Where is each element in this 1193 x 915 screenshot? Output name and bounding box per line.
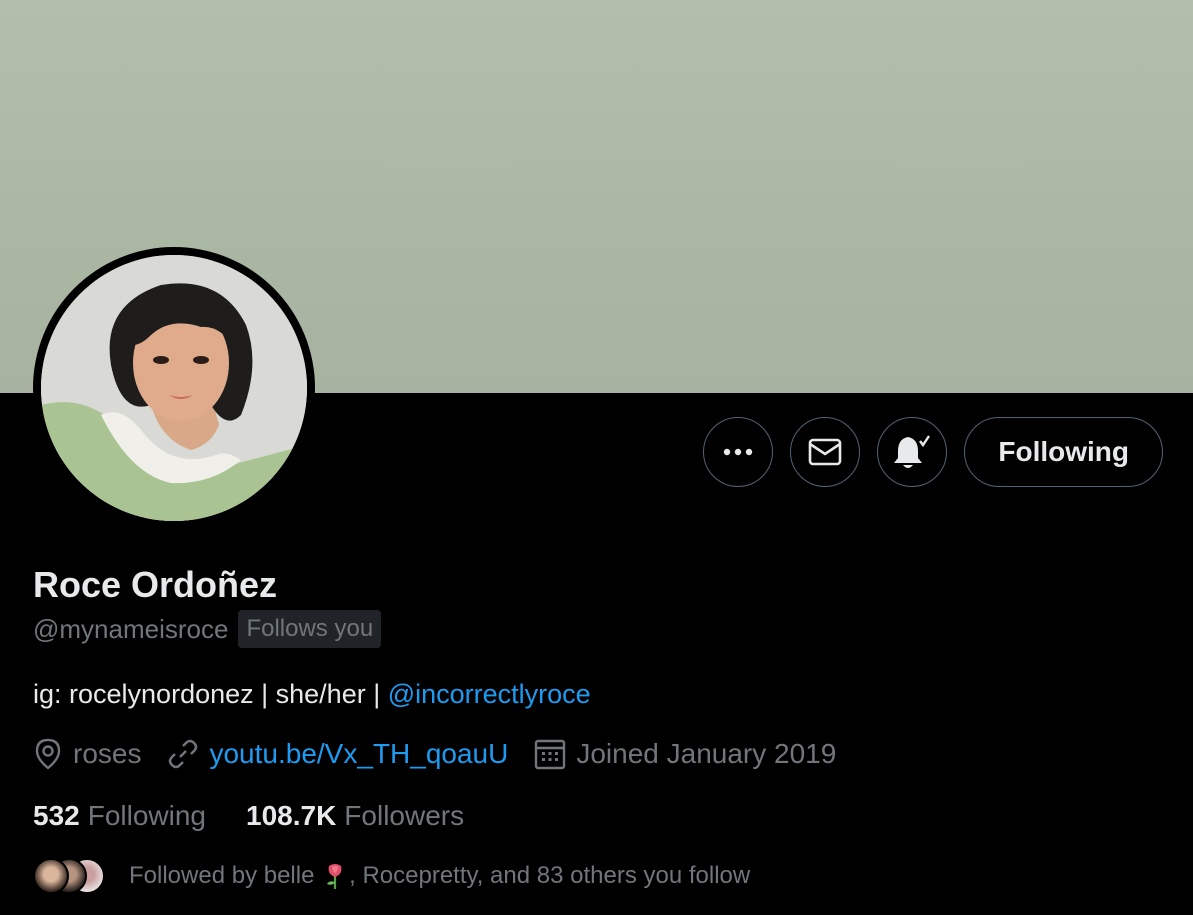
followed-by-row[interactable]: Followed by belle , Rocepretty, and 83 o… <box>33 856 1163 896</box>
followers-stat-link[interactable]: 108.7K Followers <box>246 800 464 832</box>
username-handle: @mynameisroce <box>33 613 229 644</box>
profile-bio: ig: rocelynordonez | she/her | @incorrec… <box>33 674 1163 714</box>
joined-text: Joined January 2019 <box>576 738 837 769</box>
display-name: Roce Ordoñez <box>33 564 278 605</box>
follows-you-badge: Follows you <box>238 610 382 648</box>
followers-count: 108.7K <box>246 800 337 831</box>
calendar-icon <box>535 739 566 770</box>
followers-label: Followers <box>344 800 465 831</box>
followers-you-know-avatars <box>33 858 105 894</box>
followed-by-suffix: , Rocepretty, and 83 others you follow <box>349 861 751 889</box>
location-item: roses <box>33 738 141 770</box>
profile-avatar[interactable] <box>33 247 315 529</box>
profile-actions: Following <box>703 417 1163 487</box>
follow-stats: 532 Following 108.7K Followers <box>33 796 1163 836</box>
website-item: youtu.be/Vx_TH_qoauU <box>167 738 508 770</box>
profile-page: Following Roce Ordoñez @mynameisroce Fol… <box>0 0 1193 915</box>
bio-text: ig: rocelynordonez | she/her | <box>33 679 388 709</box>
followed-by-text: Followed by belle , Rocepretty, and 83 o… <box>129 862 750 891</box>
mini-avatar <box>33 858 69 894</box>
following-stat-link[interactable]: 532 Following <box>33 800 206 832</box>
bio-mention-link[interactable]: @incorrectlyroce <box>388 679 591 709</box>
profile-meta: roses youtu.be/Vx_TH_qoauU Joined Januar… <box>33 734 1163 774</box>
location-pin-icon <box>35 738 61 770</box>
following-label: Following <box>87 800 206 831</box>
avatar-image <box>41 255 307 521</box>
more-horizontal-icon <box>724 448 753 456</box>
message-button[interactable] <box>790 417 861 487</box>
following-button[interactable]: Following <box>964 417 1163 487</box>
bell-check-icon <box>894 435 931 468</box>
envelope-icon <box>809 438 842 466</box>
profile-info: Roce Ordoñez @mynameisroce Follows you i… <box>33 562 1163 896</box>
location-text: roses <box>73 738 142 769</box>
handle-row: @mynameisroce Follows you <box>33 610 1163 648</box>
more-options-button[interactable] <box>703 417 774 487</box>
followed-by-prefix: Followed by belle <box>129 861 315 889</box>
website-link[interactable]: youtu.be/Vx_TH_qoauU <box>209 738 508 770</box>
notifications-button[interactable] <box>877 417 948 487</box>
joined-item: Joined January 2019 <box>534 738 836 770</box>
link-icon <box>169 739 198 769</box>
following-count: 532 <box>33 800 80 831</box>
rose-emoji-icon <box>327 864 342 890</box>
